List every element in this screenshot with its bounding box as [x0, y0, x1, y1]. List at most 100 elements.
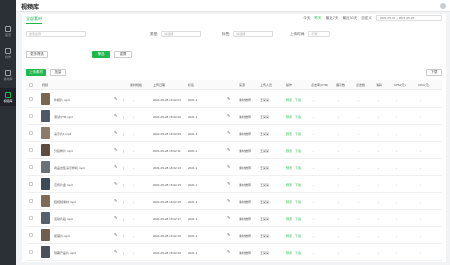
edit-icon[interactable]: ✎ [114, 232, 117, 237]
table-row[interactable]: 到期产品片.mp4 ✎ ⋮ - 2021-05-28 16:02:20 2021.1 ✎ 素材… [26, 244, 442, 261]
column-header[interactable]: 标签 [188, 83, 194, 87]
video-name[interactable]: 促销片.mp4 [54, 234, 70, 238]
row-checkbox[interactable] [29, 250, 33, 254]
column-header[interactable]: 来源 [239, 83, 245, 87]
select-all-checkbox[interactable] [29, 83, 33, 87]
video-thumbnail[interactable] [41, 212, 50, 224]
preview-link[interactable]: 预览 [286, 98, 292, 102]
batch-button[interactable]: 批量 [50, 69, 66, 76]
type-select[interactable]: 请选择 [161, 31, 202, 37]
edit-tag-icon[interactable]: ✎ [227, 113, 230, 118]
date-range-picker[interactable]: 2021-05-01 ~ 2021-05-28 [376, 15, 442, 21]
more-icon[interactable]: ⋮ [122, 132, 125, 136]
download-link[interactable]: 下载 [295, 166, 301, 170]
column-header[interactable]: 消耗 [376, 83, 382, 87]
download-link[interactable]: 下载 [295, 234, 301, 238]
range-tab[interactable]: 自定义 [361, 16, 372, 21]
download-link[interactable]: 下载 [295, 217, 301, 221]
row-checkbox[interactable] [29, 148, 33, 152]
reset-button[interactable]: 重置 [114, 51, 132, 58]
tab-all-materials[interactable]: 全部素材 [26, 16, 42, 24]
more-icon[interactable]: ⋮ [122, 98, 125, 102]
edit-icon[interactable]: ✎ [114, 96, 117, 101]
more-icon[interactable]: ⋮ [122, 166, 125, 170]
video-thumbnail[interactable] [41, 161, 50, 173]
more-icon[interactable]: ⋮ [122, 149, 125, 153]
upload-button[interactable]: 上传素材 [26, 69, 46, 76]
download-link[interactable]: 下载 [295, 183, 301, 187]
export-button[interactable]: 下载 [426, 69, 442, 76]
column-header[interactable]: 视频 [42, 83, 48, 87]
row-checkbox[interactable] [29, 114, 33, 118]
table-row[interactable]: 演示片1.mp4 ✎ ⋮ - 2021-05-28 16:02:09 2021.1 ✎ 素材推… [26, 125, 442, 142]
preview-link[interactable]: 预览 [286, 217, 292, 221]
edit-tag-icon[interactable]: ✎ [227, 96, 230, 101]
video-thumbnail[interactable] [41, 246, 50, 258]
sidebar-item-library[interactable]: 素材库 [0, 66, 16, 84]
column-header[interactable]: 点击数 [356, 83, 365, 87]
more-icon[interactable]: ⋮ [122, 234, 125, 238]
column-header[interactable]: 素材规格 [130, 83, 142, 87]
edit-icon[interactable]: ✎ [114, 181, 117, 186]
more-icon[interactable]: ⋮ [122, 183, 125, 187]
sidebar-item-create[interactable]: 创作 [0, 44, 16, 62]
video-name[interactable]: 宣传片金.mp4 [54, 183, 73, 187]
video-name[interactable]: 演示片1.mp4 [54, 132, 71, 136]
more-icon[interactable]: ⋮ [122, 200, 125, 204]
edit-tag-icon[interactable]: ✎ [227, 130, 230, 135]
more-icon[interactable]: ⋮ [122, 217, 125, 221]
edit-tag-icon[interactable]: ✎ [227, 147, 230, 152]
date-select[interactable]: 不限 [308, 31, 331, 37]
preview-link[interactable]: 预览 [286, 251, 292, 255]
row-checkbox[interactable] [29, 216, 33, 220]
edit-icon[interactable]: ✎ [114, 164, 117, 169]
row-checkbox[interactable] [29, 233, 33, 237]
video-name[interactable]: 商品合集演示样机.mp4 [54, 166, 85, 170]
edit-tag-icon[interactable]: ✎ [227, 215, 230, 220]
video-name[interactable]: 测试CTR.mp4 [54, 115, 73, 119]
table-row[interactable]: 外観片.mp4 ✎ ⋮ - 2021-05-28 16:02:04 2021.1 ✎ 素材推荐… [26, 91, 442, 108]
video-name[interactable]: 短视频素材.mp4 [54, 200, 76, 204]
preview-link[interactable]: 预览 [286, 115, 292, 119]
tag-select[interactable]: 请选择 [233, 31, 274, 37]
range-tab[interactable]: 最近7天 [326, 16, 339, 21]
more-icon[interactable]: ⋮ [122, 115, 125, 119]
sidebar-item-home[interactable]: 首页 [0, 22, 16, 40]
video-name[interactable]: 到期产品片.mp4 [54, 251, 76, 255]
table-row[interactable]: 短视频素材.mp4 ✎ ⋮ - 2021-05-28 16:02:15 2021.1 ✎ 素材… [26, 193, 442, 210]
row-checkbox[interactable] [29, 97, 33, 101]
video-thumbnail[interactable] [41, 229, 50, 241]
edit-icon[interactable]: ✎ [114, 130, 117, 135]
video-name[interactable]: 外観片.mp4 [54, 98, 70, 102]
column-header[interactable]: CPC(元) [418, 83, 429, 87]
download-link[interactable]: 下载 [295, 98, 301, 102]
preview-link[interactable]: 预览 [286, 132, 292, 136]
preview-link[interactable]: 预览 [286, 149, 292, 153]
user-avatar[interactable] [440, 3, 446, 9]
range-tab[interactable]: 昨天 [314, 16, 321, 21]
video-thumbnail[interactable] [41, 110, 50, 122]
more-icon[interactable]: ⋮ [122, 251, 125, 255]
download-link[interactable]: 下载 [295, 115, 301, 119]
table-row[interactable]: 活动片段.mp4 ✎ ⋮ - 2021-05-28 16:02:17 2021.1 ✎ 素材推… [26, 210, 442, 227]
more-filters-button[interactable]: 更多筛选 [26, 51, 48, 58]
range-tab[interactable]: 今天 [303, 16, 310, 21]
download-link[interactable]: 下载 [295, 149, 301, 153]
search-button[interactable]: 筛选 [92, 51, 110, 58]
preview-link[interactable]: 预览 [286, 234, 292, 238]
preview-link[interactable]: 预览 [286, 166, 292, 170]
table-row[interactable]: 促销片.mp4 ✎ ⋮ - 2021-05-28 16:02:19 2021.1 ✎ 素材推荐… [26, 227, 442, 244]
edit-icon[interactable]: ✎ [114, 215, 117, 220]
video-thumbnail[interactable] [41, 127, 50, 139]
column-header[interactable]: 上传人员 [260, 83, 272, 87]
video-name[interactable]: 活动片段.mp4 [54, 217, 73, 221]
download-link[interactable]: 下载 [295, 132, 301, 136]
video-thumbnail[interactable] [41, 178, 50, 190]
column-header[interactable]: 点击率(CTR) [311, 83, 328, 87]
video-name[interactable]: 分镜样片.mp4 [54, 149, 73, 153]
edit-icon[interactable]: ✎ [114, 147, 117, 152]
search-input[interactable]: 搜索名称 [26, 31, 86, 37]
edit-tag-icon[interactable]: ✎ [227, 232, 230, 237]
edit-tag-icon[interactable]: ✎ [227, 181, 230, 186]
edit-icon[interactable]: ✎ [114, 198, 117, 203]
